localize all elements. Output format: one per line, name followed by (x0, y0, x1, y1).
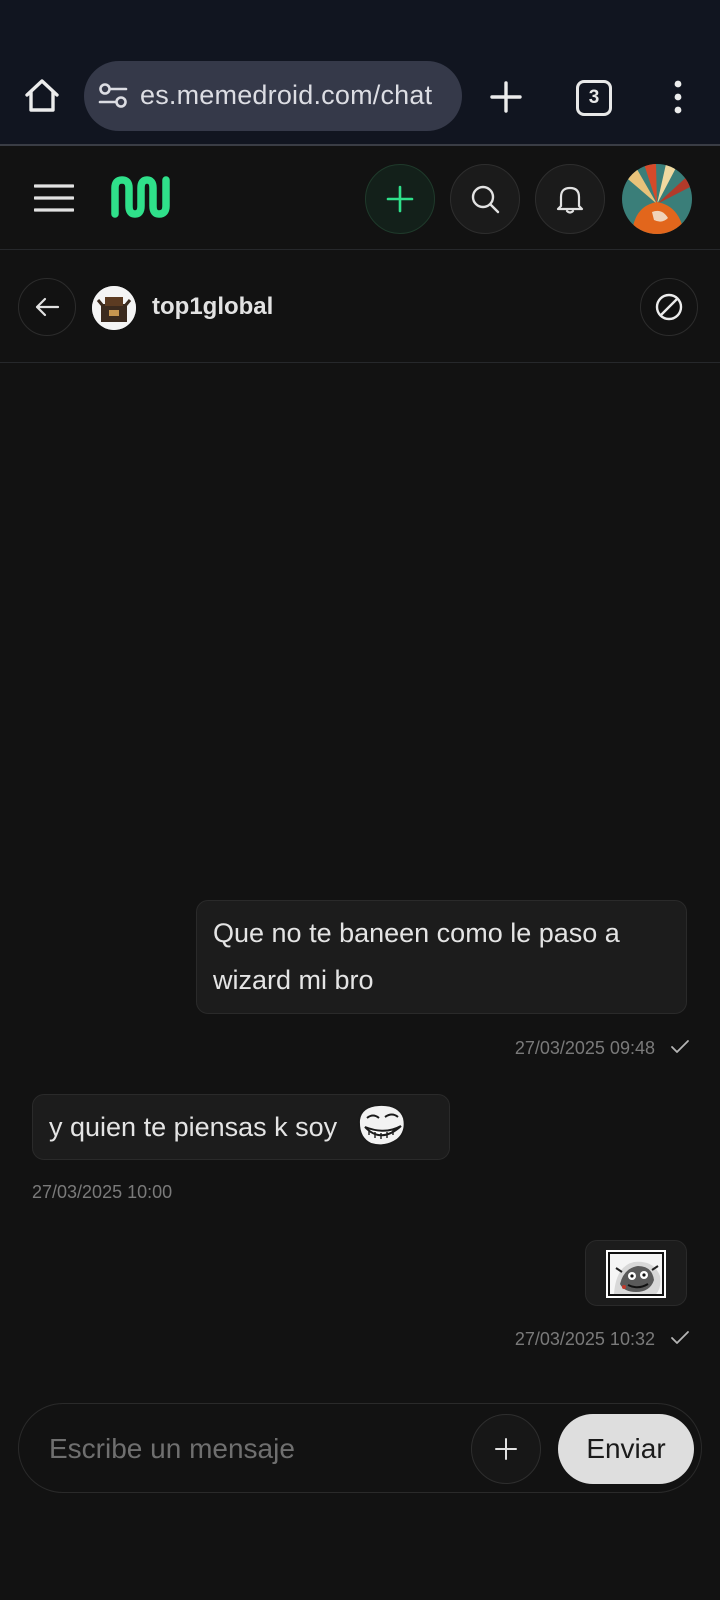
block-user-button[interactable] (640, 278, 698, 336)
back-button[interactable] (18, 278, 76, 336)
menu-icon[interactable] (34, 183, 74, 213)
new-tab-icon[interactable] (488, 79, 524, 115)
attach-button[interactable] (471, 1414, 541, 1484)
browser-toolbar: es.memedroid.com/chat 3 (0, 0, 720, 146)
url-text: es.memedroid.com/chat (140, 80, 433, 110)
message-bubble-incoming[interactable]: y quien te piensas k soy (32, 1094, 450, 1160)
address-bar[interactable]: es.memedroid.com/chat (84, 61, 462, 131)
memedroid-logo[interactable] (109, 174, 173, 220)
check-icon (671, 1331, 689, 1344)
message-bubble-outgoing-image[interactable] (585, 1240, 687, 1306)
message-meta: 27/03/2025 10:00 (32, 1182, 172, 1203)
message-bubble-outgoing[interactable]: Que no te baneen como le paso a wizard m… (196, 900, 687, 1014)
message-text: y quien te piensas k soy (49, 1112, 338, 1142)
chat-header: top1global (0, 251, 720, 363)
contact-avatar[interactable] (92, 286, 136, 330)
message-timestamp: 27/03/2025 10:32 (514, 1329, 655, 1349)
search-button[interactable] (450, 164, 520, 234)
trollface-emoji (357, 1103, 406, 1147)
message-timestamp: 27/03/2025 10:00 (32, 1182, 173, 1202)
create-post-button[interactable] (365, 164, 435, 234)
bell-icon (556, 186, 584, 214)
message-text: Que no te baneen como le paso a wizard m… (213, 918, 620, 995)
user-avatar-image (622, 164, 692, 234)
check-icon (671, 1040, 689, 1053)
send-button[interactable]: Enviar (558, 1414, 694, 1484)
app-header (0, 148, 720, 250)
meme-image-thumbnail[interactable] (606, 1250, 666, 1298)
arrow-left-icon (35, 297, 60, 317)
block-icon (655, 293, 683, 321)
search-icon (471, 185, 500, 214)
plus-icon (386, 185, 414, 213)
notifications-button[interactable] (535, 164, 605, 234)
site-settings-icon[interactable] (98, 82, 128, 110)
home-icon[interactable] (22, 76, 62, 116)
message-meta: 27/03/2025 09:48 (515, 1038, 690, 1059)
plus-icon (495, 1438, 517, 1460)
tab-count: 3 (588, 87, 600, 108)
contact-avatar-image (92, 286, 136, 330)
tab-switcher-button[interactable]: 3 (576, 80, 612, 116)
message-composer: Enviar (18, 1403, 702, 1493)
more-vert-icon[interactable] (664, 79, 692, 115)
avatar[interactable] (622, 164, 692, 234)
message-input[interactable] (49, 1426, 449, 1472)
message-meta: 27/03/2025 10:32 (515, 1329, 690, 1350)
meme-image (610, 1254, 662, 1294)
contact-name[interactable]: top1global (152, 293, 273, 321)
message-timestamp: 27/03/2025 09:48 (514, 1038, 655, 1058)
